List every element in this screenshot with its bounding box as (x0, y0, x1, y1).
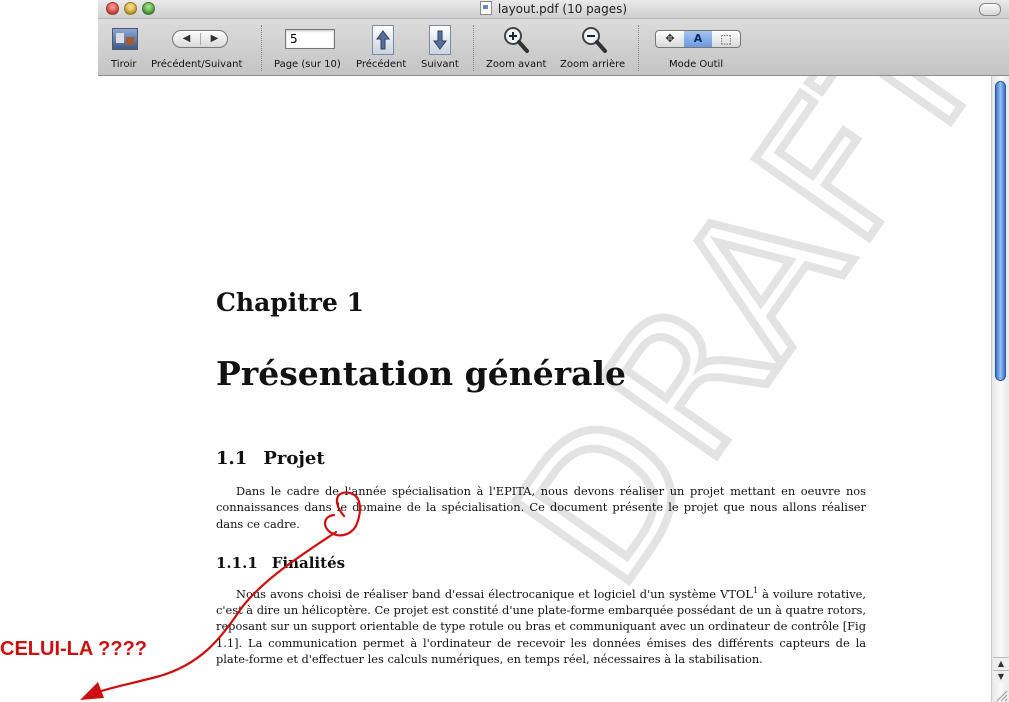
subsection-title: Finalités (271, 554, 346, 572)
mode-label: Mode Outil (669, 59, 724, 70)
svg-text:DRAFT: DRAFT (474, 76, 991, 622)
text-tool-button[interactable]: A (684, 31, 712, 47)
annotation-text: CELUI-LA ???? (0, 638, 148, 660)
zoom-in-label: Zoom avant (486, 59, 547, 70)
vertical-scrollbar[interactable]: ▲ ▼ (991, 76, 1009, 702)
select-tool-icon[interactable]: ⬚ (712, 31, 740, 47)
zoom-out-icon[interactable] (579, 25, 609, 55)
pdf-page-view[interactable]: DRAFT Chapitre 1 Présentation générale 1… (98, 76, 991, 702)
page-number-input[interactable]: 5 (285, 29, 335, 49)
toolbar-toggle-button[interactable] (979, 3, 1001, 16)
zoom-out-label: Zoom arrière (560, 59, 626, 70)
toolbar-separator (473, 25, 474, 71)
section-paragraph: Dans le cadre de l'année spécialisation … (216, 483, 866, 532)
toolbar-separator (638, 25, 639, 71)
subsection-heading: 1.1.1 Finalités (216, 554, 345, 572)
page-label: Page (sur 10) (274, 59, 341, 70)
subsection-paragraph-text-1: Nous avons choisi de réaliser band d'ess… (236, 586, 753, 601)
subsection-number: 1.1.1 (216, 554, 258, 572)
section-title: Projet (263, 448, 325, 469)
chapter-heading: Chapitre 1 (216, 288, 364, 317)
toolbar: Tiroir ◀ ▶ Précédent/Suivant 5 Page (sur… (98, 19, 1009, 76)
move-tool-icon[interactable]: ✥ (656, 31, 684, 47)
scroll-down-button[interactable]: ▼ (993, 670, 1009, 683)
prev-next-segmented: ◀ ▶ (172, 30, 228, 48)
title-bar[interactable]: layout.pdf (10 pages) (98, 0, 1009, 19)
window-title: layout.pdf (10 pages) (497, 2, 628, 16)
previous-label: Précédent (356, 59, 407, 70)
tool-mode-segmented: ✥ A ⬚ (655, 30, 741, 48)
prev-page-arrow-button[interactable]: ◀ (173, 31, 200, 47)
drawer-icon[interactable] (112, 28, 138, 50)
next-page-arrow-button[interactable]: ▶ (201, 31, 228, 47)
drawer-label: Tiroir (111, 59, 137, 70)
resize-grip-icon[interactable] (991, 688, 1009, 702)
next-page-button[interactable] (429, 25, 451, 55)
prev-next-label: Précédent/Suivant (151, 59, 243, 70)
pdf-document-icon (479, 1, 492, 15)
up-arrow-icon (376, 30, 390, 50)
section-heading: 1.1 Projet (216, 448, 325, 469)
section-number: 1.1 (216, 448, 248, 469)
subsection-paragraph: Nous avons choisi de réaliser band d'ess… (216, 583, 866, 667)
down-arrow-icon (433, 30, 447, 50)
toolbar-separator (261, 25, 262, 71)
next-label: Suivant (421, 59, 459, 70)
preview-window: layout.pdf (10 pages) Tiroir ◀ ▶ Précéde… (98, 0, 1009, 702)
zoom-in-icon[interactable] (501, 25, 531, 55)
scroll-thumb[interactable] (995, 81, 1006, 381)
section-paragraph-text: Dans le cadre de l'année spécialisation … (216, 484, 866, 531)
window-title-area: layout.pdf (10 pages) (98, 1, 1009, 16)
scroll-up-button[interactable]: ▲ (993, 657, 1009, 670)
chapter-title: Présentation générale (216, 354, 627, 393)
previous-page-button[interactable] (372, 25, 394, 55)
